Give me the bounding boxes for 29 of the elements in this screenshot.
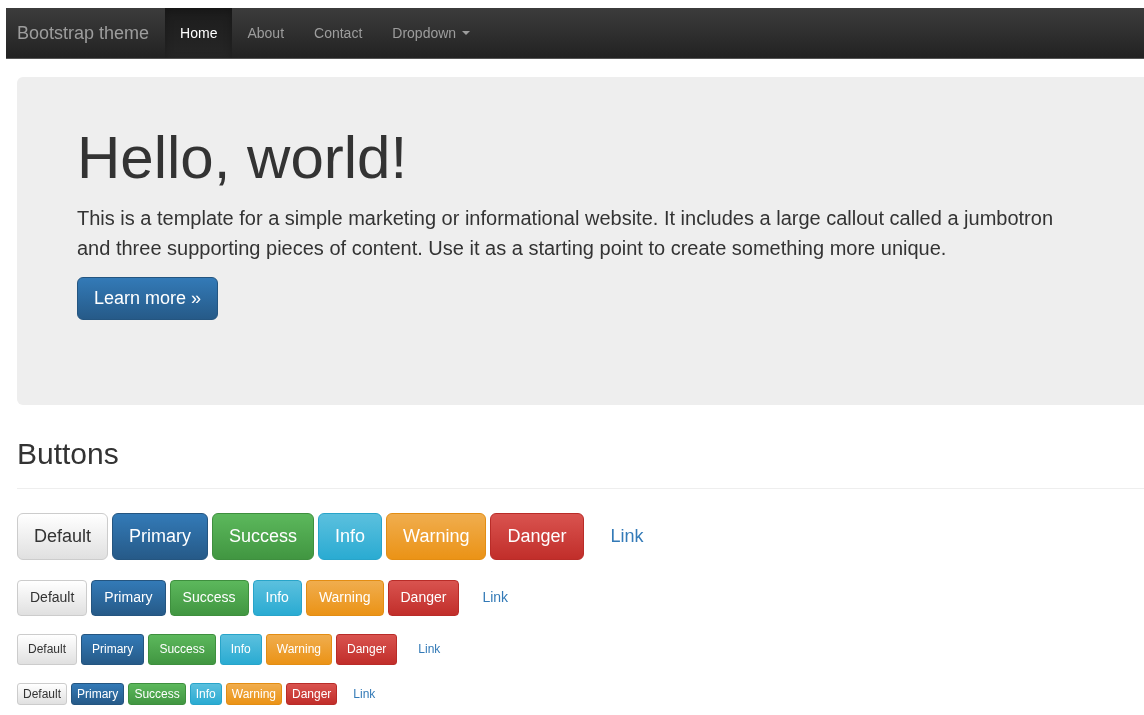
primary-button[interactable]: Primary: [81, 633, 145, 665]
link-button[interactable]: Link: [407, 633, 452, 665]
default-button[interactable]: Default: [17, 513, 109, 561]
success-button[interactable]: Success: [148, 633, 216, 665]
nav-link[interactable]: About: [232, 8, 300, 58]
danger-button[interactable]: Danger: [490, 513, 584, 561]
section-heading: Buttons: [17, 437, 119, 471]
primary-button[interactable]: Primary: [71, 682, 125, 706]
success-button[interactable]: Success: [169, 580, 249, 616]
success-button[interactable]: Success: [212, 513, 315, 561]
primary-button[interactable]: Primary: [112, 513, 209, 561]
danger-button[interactable]: Danger: [336, 633, 398, 665]
default-button[interactable]: Default: [17, 633, 78, 665]
danger-button[interactable]: Danger: [387, 580, 460, 616]
hero-text: This is a template for a simple marketing or informational website. It includes a large callout called a jumbotron and three supporting pieces of content. Use it as a starting point to create something more unique.: [77, 206, 1054, 261]
success-button[interactable]: Success: [128, 682, 186, 706]
default-button[interactable]: Default: [17, 682, 68, 706]
primary-button[interactable]: Primary: [91, 580, 166, 616]
brand-link[interactable]: Bootstrap theme: [6, 8, 166, 58]
link-button[interactable]: Link: [469, 580, 522, 616]
caret-icon: [462, 31, 471, 35]
link-button[interactable]: Link: [593, 513, 661, 561]
link-button[interactable]: Link: [347, 682, 382, 706]
nav-link[interactable]: Contact: [299, 8, 378, 58]
danger-button[interactable]: Danger: [286, 682, 338, 706]
hero-heading: Hello, world!: [77, 125, 408, 191]
default-button[interactable]: Default: [17, 580, 88, 616]
learn-more-button[interactable]: Learn more »: [77, 277, 219, 320]
nav-link[interactable]: Dropdown: [377, 8, 486, 58]
